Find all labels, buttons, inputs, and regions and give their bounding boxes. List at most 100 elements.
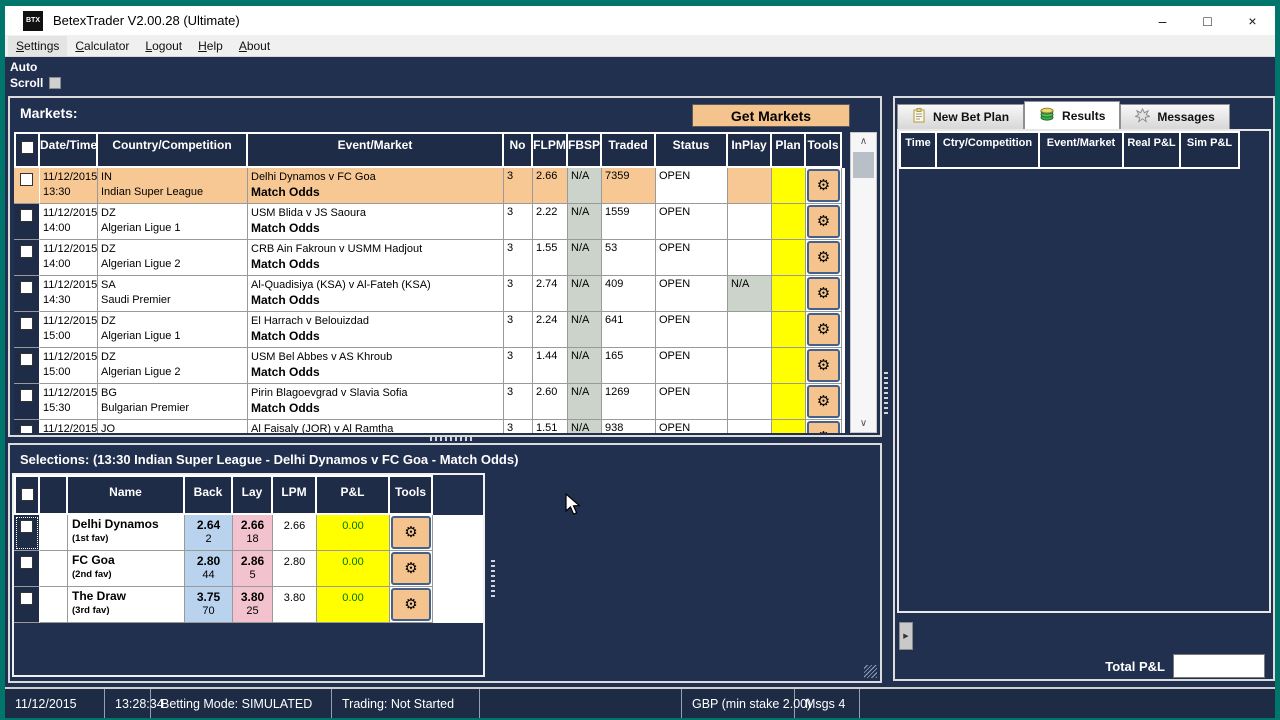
col-no[interactable]: No	[504, 132, 533, 168]
market-row[interactable]: 11/12/201514:00 DZAlgerian Ligue 1 USM B…	[14, 204, 845, 240]
row-checkbox-cell[interactable]	[14, 515, 40, 551]
menu-logout[interactable]: Logout	[137, 36, 190, 56]
minimize-button[interactable]: –	[1140, 6, 1185, 35]
get-markets-button[interactable]: Get Markets	[692, 104, 850, 127]
market-tools-button[interactable]: ⚙	[807, 169, 840, 202]
lay-price-cell[interactable]: 2.865	[233, 551, 273, 587]
row-checkbox[interactable]	[20, 425, 33, 433]
scrollbar-thumb[interactable]	[853, 152, 874, 178]
row-checkbox[interactable]	[20, 317, 33, 330]
col-event-market[interactable]: Event/Market	[248, 132, 504, 168]
back-price-cell[interactable]: 3.7570	[185, 587, 233, 623]
menu-about[interactable]: About	[231, 36, 278, 56]
col-status[interactable]: Status	[656, 132, 728, 168]
col-lay[interactable]: Lay	[233, 475, 273, 515]
maximize-button[interactable]: □	[1185, 6, 1230, 35]
menu-settings[interactable]: Settings	[8, 36, 67, 56]
selection-tools-button[interactable]: ⚙	[391, 588, 431, 621]
expand-button[interactable]: ▶	[899, 622, 913, 650]
select-all-checkbox[interactable]	[21, 141, 34, 154]
auto-scroll-checkbox[interactable]	[49, 77, 61, 89]
market-tools-button[interactable]: ⚙	[807, 421, 840, 433]
close-button[interactable]: ×	[1230, 6, 1275, 35]
selection-tools-button[interactable]: ⚙	[391, 516, 431, 549]
plan-cell[interactable]	[772, 420, 806, 433]
selection-row[interactable]: Delhi Dynamos(1st fav) 2.642 2.6618 2.66…	[14, 515, 483, 551]
market-row[interactable]: 11/12/201514:30 SASaudi Premier Al-Quadi…	[14, 276, 845, 312]
col-lpm[interactable]: LPM	[273, 475, 317, 515]
selections-splitter-handle[interactable]	[491, 560, 495, 600]
market-tools-button[interactable]: ⚙	[807, 205, 840, 238]
row-checkbox[interactable]	[20, 389, 33, 402]
row-checkbox-cell[interactable]	[14, 384, 40, 420]
col-traded[interactable]: Traded	[602, 132, 656, 168]
plan-cell[interactable]	[772, 384, 806, 420]
row-checkbox-cell[interactable]	[14, 551, 40, 587]
col-country-competition[interactable]: Country/Competition	[98, 132, 248, 168]
horizontal-splitter-handle[interactable]	[430, 437, 474, 441]
row-checkbox-cell[interactable]	[14, 312, 40, 348]
market-tools-button[interactable]: ⚙	[807, 385, 840, 418]
row-checkbox[interactable]	[20, 353, 33, 366]
scroll-up-icon[interactable]: ∧	[851, 133, 876, 150]
market-row[interactable]: 11/12/201513:30 INIndian Super League De…	[14, 168, 845, 204]
plan-cell[interactable]	[772, 204, 806, 240]
scroll-down-icon[interactable]: ∨	[851, 415, 876, 432]
col-tools[interactable]: Tools	[390, 475, 433, 515]
back-price-cell[interactable]: 2.642	[185, 515, 233, 551]
col-ctry-competition[interactable]: Ctry/Competition	[937, 131, 1040, 169]
col-inplay[interactable]: InPlay	[728, 132, 772, 168]
market-row[interactable]: 11/12/201515:00 DZAlgerian Ligue 2 USM B…	[14, 348, 845, 384]
col-tools[interactable]: Tools	[806, 132, 842, 168]
row-checkbox[interactable]	[20, 209, 33, 222]
row-checkbox-cell[interactable]	[14, 587, 40, 623]
markets-scrollbar[interactable]: ∧ ∨	[850, 132, 877, 433]
col-sim-pnl[interactable]: Sim P&L	[1181, 131, 1240, 169]
row-checkbox-cell[interactable]	[14, 240, 40, 276]
market-tools-button[interactable]: ⚙	[807, 277, 840, 310]
row-checkbox-cell[interactable]	[14, 420, 40, 433]
market-tools-button[interactable]: ⚙	[807, 241, 840, 274]
col-pnl[interactable]: P&L	[317, 475, 390, 515]
selection-row[interactable]: The Draw(3rd fav) 3.7570 3.8025 3.80 0.0…	[14, 587, 483, 623]
back-price-cell[interactable]: 2.8044	[185, 551, 233, 587]
plan-cell[interactable]	[772, 348, 806, 384]
select-all-header[interactable]	[14, 132, 40, 168]
row-checkbox[interactable]	[20, 520, 33, 533]
tab-messages[interactable]: Messages	[1120, 104, 1229, 129]
lay-price-cell[interactable]: 2.6618	[233, 515, 273, 551]
lay-price-cell[interactable]: 3.8025	[233, 587, 273, 623]
plan-cell[interactable]	[772, 276, 806, 312]
row-checkbox-cell[interactable]	[14, 168, 40, 204]
col-name[interactable]: Name	[68, 475, 185, 515]
market-row[interactable]: 11/12/201516:00 JOJordanian Premier Al F…	[14, 420, 845, 433]
plan-cell[interactable]	[772, 168, 806, 204]
row-checkbox[interactable]	[20, 281, 33, 294]
select-all-header[interactable]	[14, 475, 40, 515]
col-back[interactable]: Back	[185, 475, 233, 515]
row-checkbox-cell[interactable]	[14, 276, 40, 312]
row-checkbox[interactable]	[20, 556, 33, 569]
plan-cell[interactable]	[772, 240, 806, 276]
col-real-pnl[interactable]: Real P&L	[1124, 131, 1181, 169]
row-checkbox[interactable]	[20, 592, 33, 605]
col-flpm[interactable]: FLPM	[533, 132, 568, 168]
row-checkbox[interactable]	[20, 173, 33, 186]
market-row[interactable]: 11/12/201515:30 BGBulgarian Premier Piri…	[14, 384, 845, 420]
tab-new-bet-plan[interactable]: New Bet Plan	[897, 104, 1024, 129]
market-tools-button[interactable]: ⚙	[807, 313, 840, 346]
col-date-time[interactable]: Date/Time	[40, 132, 98, 168]
col-event-market[interactable]: Event/Market	[1040, 131, 1124, 169]
row-checkbox-cell[interactable]	[14, 348, 40, 384]
col-plan[interactable]: Plan	[772, 132, 806, 168]
total-pnl-field[interactable]	[1173, 654, 1265, 678]
row-checkbox[interactable]	[20, 245, 33, 258]
selection-row[interactable]: FC Goa(2nd fav) 2.8044 2.865 2.80 0.00 ⚙	[14, 551, 483, 587]
menu-help[interactable]: Help	[190, 36, 231, 56]
col-fbsp[interactable]: FBSP	[568, 132, 602, 168]
selection-tools-button[interactable]: ⚙	[391, 552, 431, 585]
market-tools-button[interactable]: ⚙	[807, 349, 840, 382]
select-all-checkbox[interactable]	[21, 488, 34, 501]
plan-cell[interactable]	[772, 312, 806, 348]
col-time[interactable]: Time	[899, 131, 937, 169]
